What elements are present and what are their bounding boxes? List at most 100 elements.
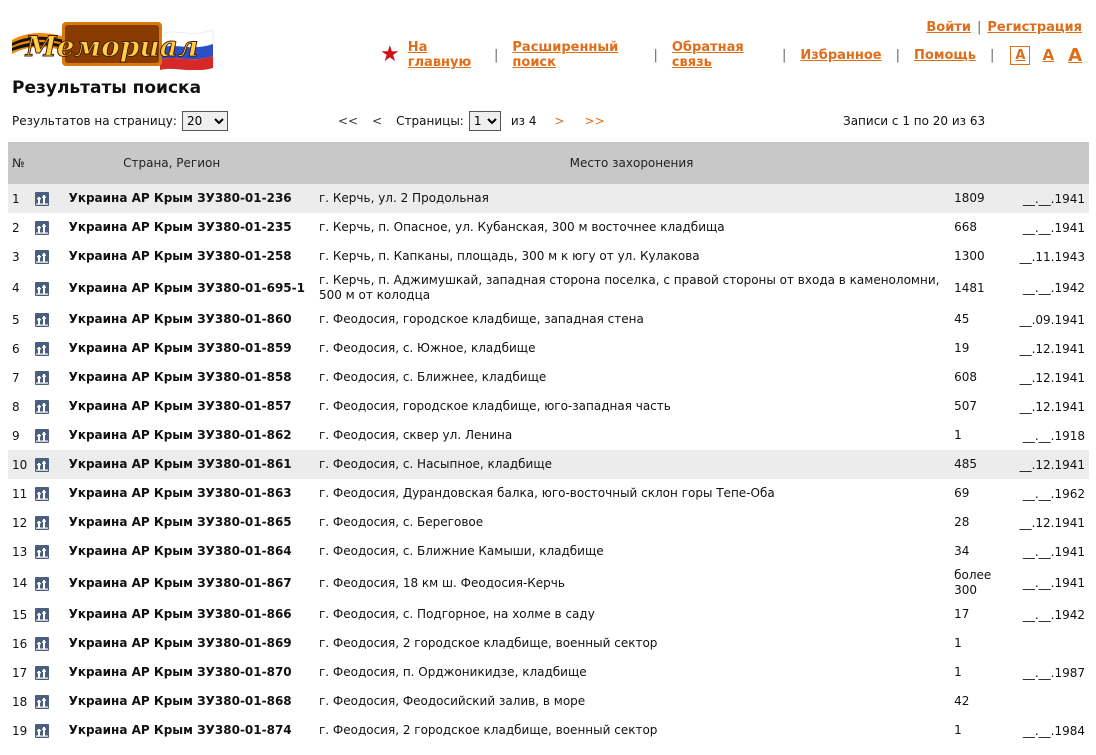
table-row[interactable]: 5 Украина АР Крым ЗУ380-01-860 г. Феодосия… xyxy=(8,305,1089,334)
last-page-button[interactable]: >> xyxy=(585,114,605,128)
row-region-link[interactable]: Украина АР Крым ЗУ380-01-867 xyxy=(69,566,319,600)
memorial-icon[interactable] xyxy=(35,666,50,680)
row-date: __.__.1918 xyxy=(1022,428,1085,443)
memorial-icon[interactable] xyxy=(35,221,50,235)
memorial-icon[interactable] xyxy=(35,313,50,327)
login-link[interactable]: Войти xyxy=(926,20,971,35)
memorial-icon[interactable] xyxy=(35,458,50,472)
row-count: 485 xyxy=(954,450,1014,479)
table-row[interactable]: 13 Украина АР Крым ЗУ380-01-864 г. Феодоси… xyxy=(8,537,1089,566)
row-date: __.__.1941 xyxy=(1022,544,1085,559)
row-region-link[interactable]: Украина АР Крым ЗУ380-01-870 xyxy=(69,658,319,687)
table-row[interactable]: 10 Украина АР Крым ЗУ380-01-861 г. Феодоси… xyxy=(8,450,1089,479)
row-icon-cell xyxy=(35,242,68,271)
advanced-search-link[interactable]: Расширенный поиск xyxy=(512,40,639,70)
site-logo[interactable]: Мемориал xyxy=(10,14,215,70)
help-link[interactable]: Помощь xyxy=(914,48,976,63)
table-row[interactable]: 16 Украина АР Крым ЗУ380-01-869 г. Феодоси… xyxy=(8,629,1089,658)
table-row[interactable]: 7 Украина АР Крым ЗУ380-01-858 г. Феодосия… xyxy=(8,363,1089,392)
row-region-link[interactable]: Украина АР Крым ЗУ380-01-860 xyxy=(69,305,319,334)
row-date: __.__.1987 xyxy=(1022,665,1085,680)
table-row[interactable]: 1 Украина АР Крым ЗУ380-01-236 г. Керчь, у… xyxy=(8,184,1089,213)
memorial-icon[interactable] xyxy=(35,400,50,414)
row-region-link[interactable]: Украина АР Крым ЗУ380-01-236 xyxy=(68,184,319,213)
separator: | xyxy=(781,47,787,63)
memorial-icon[interactable] xyxy=(35,576,50,591)
per-page-select[interactable]: 20 xyxy=(181,111,228,131)
memorial-icon[interactable] xyxy=(35,695,50,709)
home-link[interactable]: На главную xyxy=(408,40,480,70)
row-date: __.__.1941 xyxy=(1022,576,1085,590)
row-icon-cell xyxy=(35,271,68,305)
table-row[interactable]: 18 Украина АР Крым ЗУ380-01-868 г. Феодоси… xyxy=(8,687,1089,716)
memorial-icon[interactable] xyxy=(35,281,50,296)
table-row[interactable]: 4 Украина АР Крым ЗУ380-01-695-1 г. Керчь,… xyxy=(8,271,1089,305)
row-icon-cell xyxy=(35,537,68,566)
table-row[interactable]: 12 Украина АР Крым ЗУ380-01-865 г. Феодоси… xyxy=(8,508,1089,537)
header-num[interactable]: № xyxy=(8,142,36,184)
row-place: г. Феодосия, городское кладбище, западна… xyxy=(318,312,644,326)
memorial-icon[interactable] xyxy=(35,516,50,530)
memorial-icon[interactable] xyxy=(35,429,50,443)
table-row[interactable]: 2 Украина АР Крым ЗУ380-01-235 г. Керчь, п… xyxy=(8,213,1089,242)
row-region-link[interactable]: Украина АР Крым ЗУ380-01-695-1 xyxy=(69,271,319,305)
row-region-link[interactable]: Украина АР Крым ЗУ380-01-864 xyxy=(69,537,319,566)
next-page-button[interactable]: > xyxy=(554,114,564,128)
row-region-link[interactable]: Украина АР Крым ЗУ380-01-857 xyxy=(69,392,319,421)
memorial-icon[interactable] xyxy=(35,342,50,356)
memorial-icon[interactable] xyxy=(35,545,50,559)
row-count: 1300 xyxy=(954,249,985,263)
font-size-large-button[interactable]: A xyxy=(1068,45,1082,66)
page-select[interactable]: 1 xyxy=(468,111,501,131)
row-region-link[interactable]: Украина АР Крым ЗУ380-01-874 xyxy=(69,716,319,745)
prev-page-button[interactable]: < xyxy=(372,114,382,128)
table-row[interactable]: 3 Украина АР Крым ЗУ380-01-258 г. Керчь, п… xyxy=(8,242,1089,271)
register-link[interactable]: Регистрация xyxy=(987,20,1082,35)
row-region-link[interactable]: Украина АР Крым ЗУ380-01-863 xyxy=(69,479,319,508)
row-place: г. Керчь, п. Аджимушкай, западная сторон… xyxy=(318,273,940,302)
row-number: 10 xyxy=(8,450,36,479)
table-row[interactable]: 17 Украина АР Крым ЗУ380-01-870 г. Феодоси… xyxy=(8,658,1089,687)
memorial-icon[interactable] xyxy=(35,192,50,206)
row-region-link[interactable]: Украина АР Крым ЗУ380-01-868 xyxy=(69,687,319,716)
font-size-medium-button[interactable]: A xyxy=(1042,46,1054,64)
row-region-link[interactable]: Украина АР Крым ЗУ380-01-869 xyxy=(69,629,319,658)
memorial-icon[interactable] xyxy=(35,724,50,738)
row-region-link[interactable]: Украина АР Крым ЗУ380-01-258 xyxy=(69,242,319,271)
table-row[interactable]: 14 Украина АР Крым ЗУ380-01-867 г. Феодоси… xyxy=(8,566,1089,600)
row-place: г. Феодосия, с. Береговое xyxy=(318,515,484,529)
row-region-link[interactable]: Украина АР Крым ЗУ380-01-235 xyxy=(69,213,319,242)
memorial-icon[interactable] xyxy=(35,371,50,385)
table-row[interactable]: 9 Украина АР Крым ЗУ380-01-862 г. Феодосия… xyxy=(8,421,1089,450)
row-region-link[interactable]: Украина АР Крым ЗУ380-01-862 xyxy=(69,421,319,450)
row-region-link[interactable]: Украина АР Крым ЗУ380-01-861 xyxy=(68,450,319,479)
row-icon-cell xyxy=(35,658,68,687)
header-place[interactable]: Место захоронения xyxy=(318,142,955,184)
memorial-icon[interactable] xyxy=(35,487,50,501)
row-number: 16 xyxy=(12,636,28,651)
memorial-icon[interactable] xyxy=(35,250,50,264)
table-row[interactable]: 15 Украина АР Крым ЗУ380-01-866 г. Феодоси… xyxy=(8,600,1089,629)
favorites-link[interactable]: Избранное xyxy=(800,48,881,63)
font-size-small-button[interactable]: A xyxy=(1010,45,1031,65)
memorial-icon[interactable] xyxy=(35,608,50,622)
first-page-button[interactable]: << xyxy=(338,114,358,128)
row-count: 668 xyxy=(954,220,977,234)
header-region[interactable]: Страна, Регион xyxy=(35,142,319,184)
row-region-link[interactable]: Украина АР Крым ЗУ380-01-866 xyxy=(69,600,319,629)
row-count: 34 xyxy=(954,544,970,558)
separator: | xyxy=(990,47,995,63)
row-region-link[interactable]: Украина АР Крым ЗУ380-01-858 xyxy=(69,363,319,392)
feedback-link[interactable]: Обратная связь xyxy=(672,40,768,70)
row-count: 1809 xyxy=(954,184,1014,213)
row-place: г. Керчь, п. Опасное, ул. Кубанская, 300… xyxy=(318,220,725,234)
row-region-link[interactable]: Украина АР Крым ЗУ380-01-859 xyxy=(69,334,319,363)
table-row[interactable]: 6 Украина АР Крым ЗУ380-01-859 г. Феодосия… xyxy=(8,334,1089,363)
memorial-icon[interactable] xyxy=(35,637,50,651)
row-date: __.__.1962 xyxy=(1022,486,1085,501)
table-row[interactable]: 19 Украина АР Крым ЗУ380-01-874 г. Феодоси… xyxy=(8,716,1089,745)
table-row[interactable]: 11 Украина АР Крым ЗУ380-01-863 г. Феодоси… xyxy=(8,479,1089,508)
page-title: Результаты поиска xyxy=(12,78,202,98)
row-region-link[interactable]: Украина АР Крым ЗУ380-01-865 xyxy=(69,508,319,537)
table-row[interactable]: 8 Украина АР Крым ЗУ380-01-857 г. Феодосия… xyxy=(8,392,1089,421)
